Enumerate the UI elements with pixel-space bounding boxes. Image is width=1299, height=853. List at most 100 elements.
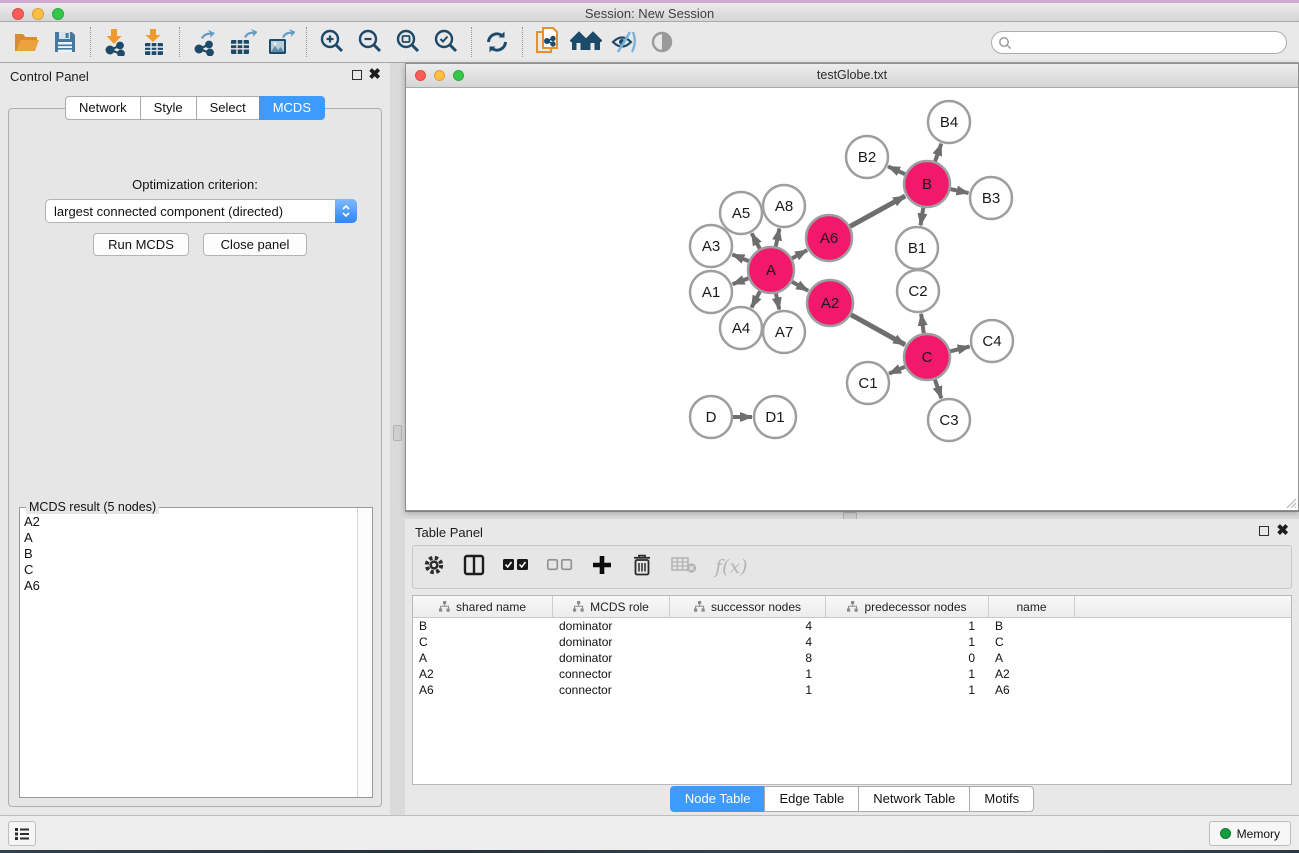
edge-A2-C[interactable] bbox=[851, 315, 905, 345]
cell-successor[interactable]: 4 bbox=[670, 618, 826, 634]
node-C1[interactable]: C1 bbox=[847, 362, 889, 404]
tab-style[interactable]: Style bbox=[140, 96, 196, 120]
edge-A-A1[interactable] bbox=[733, 278, 749, 284]
cell-predecessor[interactable]: 1 bbox=[826, 634, 989, 650]
list-item[interactable]: A6 bbox=[24, 578, 357, 594]
cell-predecessor[interactable]: 1 bbox=[826, 666, 989, 682]
delete-column-icon[interactable] bbox=[631, 553, 653, 582]
export-image-icon[interactable] bbox=[262, 26, 300, 58]
node-A[interactable]: A bbox=[748, 247, 794, 293]
zoom-selected-icon[interactable] bbox=[427, 26, 465, 58]
table-row[interactable]: A2 connector 1 1 A2 bbox=[413, 666, 1291, 682]
cell-name[interactable]: C bbox=[989, 634, 1075, 650]
network-graph[interactable]: AA1A2A3A4A5A6A7A8BB1B2B3B4CC1C2C3C4DD1 bbox=[406, 88, 1298, 510]
edge-A-A5[interactable] bbox=[752, 233, 760, 248]
list-item[interactable]: A2 bbox=[24, 514, 357, 530]
cell-shared-name[interactable]: A bbox=[413, 650, 553, 666]
settings-gear-icon[interactable] bbox=[423, 554, 445, 581]
list-item[interactable]: B bbox=[24, 546, 357, 562]
mcds-result-list[interactable]: A2 A B C A6 bbox=[21, 514, 357, 796]
close-panel-button[interactable]: Close panel bbox=[203, 233, 307, 256]
node-C3[interactable]: C3 bbox=[928, 399, 970, 441]
column-header[interactable]: shared name bbox=[413, 596, 553, 617]
node-A8[interactable]: A8 bbox=[763, 185, 805, 227]
node-B4[interactable]: B4 bbox=[928, 101, 970, 143]
refresh-layout-icon[interactable] bbox=[478, 26, 516, 58]
export-network-icon[interactable] bbox=[186, 26, 224, 58]
vertical-splitter[interactable] bbox=[390, 63, 405, 815]
edge-A6-B[interactable] bbox=[850, 196, 905, 226]
node-A7[interactable]: A7 bbox=[763, 311, 805, 353]
horizontal-splitter[interactable] bbox=[405, 511, 1299, 519]
network-canvas[interactable]: AA1A2A3A4A5A6A7A8BB1B2B3B4CC1C2C3C4DD1 bbox=[406, 88, 1298, 510]
save-session-icon[interactable] bbox=[46, 26, 84, 58]
edge-A-A7[interactable] bbox=[776, 293, 779, 309]
tab-edge-table[interactable]: Edge Table bbox=[764, 786, 858, 812]
cell-predecessor[interactable]: 1 bbox=[826, 618, 989, 634]
float-panel-icon[interactable] bbox=[1259, 526, 1269, 536]
column-header[interactable]: predecessor nodes bbox=[826, 596, 989, 617]
close-panel-icon[interactable]: ✖ bbox=[1276, 526, 1289, 536]
cell-successor[interactable]: 1 bbox=[670, 682, 826, 698]
tab-mcds[interactable]: MCDS bbox=[259, 96, 325, 120]
cell-shared-name[interactable]: C bbox=[413, 634, 553, 650]
cell-shared-name[interactable]: A6 bbox=[413, 682, 553, 698]
edge-A-A6[interactable] bbox=[792, 250, 807, 258]
clone-network-icon[interactable] bbox=[529, 26, 567, 58]
float-panel-icon[interactable] bbox=[352, 70, 362, 80]
function-builder-icon[interactable]: f(x) bbox=[715, 556, 748, 578]
node-C[interactable]: C bbox=[904, 334, 950, 380]
close-panel-icon[interactable]: ✖ bbox=[368, 70, 381, 80]
export-table-icon[interactable] bbox=[224, 26, 262, 58]
home-icon[interactable] bbox=[567, 26, 605, 58]
cell-name[interactable]: B bbox=[989, 618, 1075, 634]
cell-mcds-role[interactable]: dominator bbox=[553, 634, 670, 650]
edge-A-A8[interactable] bbox=[776, 229, 780, 247]
criterion-dropdown[interactable]: largest connected component (directed) bbox=[45, 199, 357, 223]
node-A1[interactable]: A1 bbox=[690, 271, 732, 313]
edge-C-C4[interactable] bbox=[950, 346, 969, 351]
edge-B-B2[interactable] bbox=[888, 166, 905, 174]
cell-successor[interactable]: 1 bbox=[670, 666, 826, 682]
scrollbar[interactable] bbox=[357, 508, 372, 797]
node-D[interactable]: D bbox=[690, 396, 732, 438]
zoom-in-icon[interactable] bbox=[313, 26, 351, 58]
node-A5[interactable]: A5 bbox=[720, 192, 762, 234]
cell-mcds-role[interactable]: dominator bbox=[553, 650, 670, 666]
edge-C-C3[interactable] bbox=[935, 380, 942, 399]
node-B3[interactable]: B3 bbox=[970, 177, 1012, 219]
import-network-icon[interactable] bbox=[97, 26, 135, 58]
node-D1[interactable]: D1 bbox=[754, 396, 796, 438]
list-item[interactable]: C bbox=[24, 562, 357, 578]
delete-table-icon[interactable] bbox=[671, 556, 697, 579]
edge-A-A2[interactable] bbox=[792, 282, 808, 291]
tab-network[interactable]: Network bbox=[65, 96, 140, 120]
column-options-icon[interactable] bbox=[463, 554, 485, 581]
tab-network-table[interactable]: Network Table bbox=[858, 786, 969, 812]
column-header[interactable]: successor nodes bbox=[670, 596, 826, 617]
cell-name[interactable]: A2 bbox=[989, 666, 1075, 682]
cell-successor[interactable]: 4 bbox=[670, 634, 826, 650]
import-table-icon[interactable] bbox=[135, 26, 173, 58]
table-row[interactable]: A dominator 8 0 A bbox=[413, 650, 1291, 666]
edge-C-C1[interactable] bbox=[889, 367, 905, 374]
cell-name[interactable]: A bbox=[989, 650, 1075, 666]
tab-node-table[interactable]: Node Table bbox=[670, 786, 765, 812]
cell-shared-name[interactable]: B bbox=[413, 618, 553, 634]
node-B2[interactable]: B2 bbox=[846, 136, 888, 178]
cell-mcds-role[interactable]: connector bbox=[553, 682, 670, 698]
node-A6[interactable]: A6 bbox=[806, 215, 852, 261]
birdseye-icon[interactable] bbox=[643, 26, 681, 58]
select-all-icon[interactable] bbox=[503, 558, 529, 577]
table-row[interactable]: C dominator 4 1 C bbox=[413, 634, 1291, 650]
table-row[interactable]: B dominator 4 1 B bbox=[413, 618, 1291, 634]
node-B[interactable]: B bbox=[904, 161, 950, 207]
tab-motifs[interactable]: Motifs bbox=[969, 786, 1034, 812]
node-C4[interactable]: C4 bbox=[971, 320, 1013, 362]
column-header[interactable]: name bbox=[989, 596, 1075, 617]
open-session-icon[interactable] bbox=[8, 26, 46, 58]
deselect-all-icon[interactable] bbox=[547, 558, 573, 577]
run-mcds-button[interactable]: Run MCDS bbox=[93, 233, 189, 256]
resize-grip-icon[interactable] bbox=[1285, 497, 1297, 509]
zoom-out-icon[interactable] bbox=[351, 26, 389, 58]
